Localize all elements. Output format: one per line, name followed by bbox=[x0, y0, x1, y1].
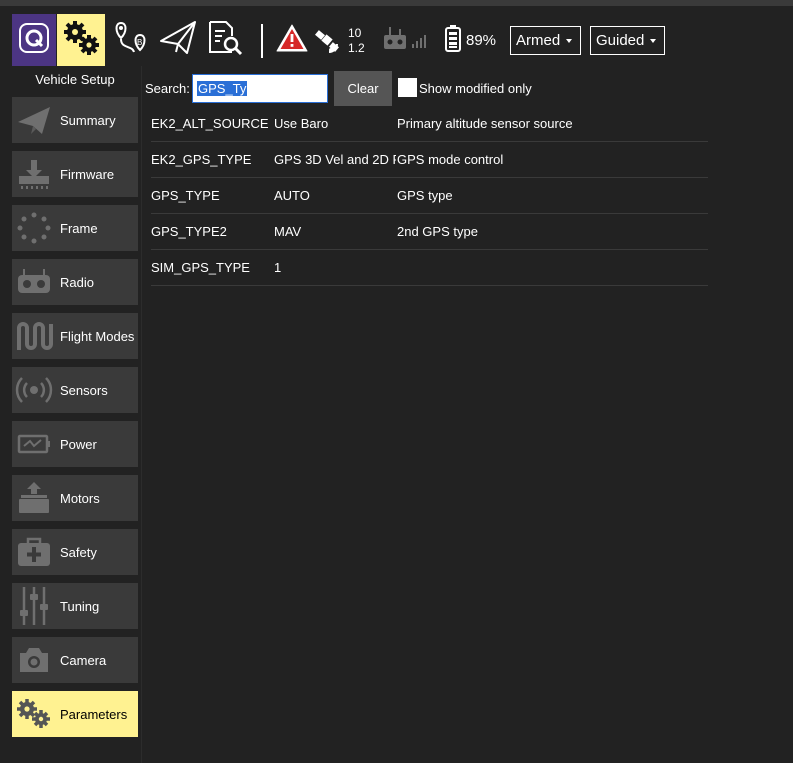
satellite-icon bbox=[314, 28, 344, 61]
sidebar-item-label: Parameters bbox=[60, 706, 128, 722]
battery-icon bbox=[444, 24, 462, 57]
sidebar-item-parameters[interactable]: Parameters bbox=[12, 691, 138, 737]
sidebar-item-label: Firmware bbox=[60, 166, 115, 182]
download-firmware-icon bbox=[12, 151, 56, 197]
plan-route-icon: B bbox=[112, 19, 150, 62]
rc-rssi-button[interactable] bbox=[378, 14, 434, 66]
tuning-sliders-icon bbox=[12, 583, 56, 629]
parameters-panel: Search: GPS_Ty Clear Show modified only … bbox=[143, 66, 793, 763]
frame-dots-icon bbox=[12, 205, 56, 251]
power-icon bbox=[12, 421, 56, 467]
toolbar-separator bbox=[261, 24, 263, 58]
param-name: GPS_TYPE2 bbox=[151, 224, 227, 239]
sidebar-item-label: Summary bbox=[60, 112, 116, 128]
paper-plane-icon bbox=[159, 19, 197, 62]
param-name: EK2_ALT_SOURCE bbox=[151, 116, 269, 131]
plan-view-button[interactable]: B bbox=[108, 14, 154, 66]
param-name: GPS_TYPE bbox=[151, 188, 220, 203]
flight-modes-icon bbox=[12, 313, 56, 359]
param-name: SIM_GPS_TYPE bbox=[151, 260, 250, 275]
svg-text:B: B bbox=[137, 38, 142, 47]
sidebar-item-label: Camera bbox=[60, 652, 107, 668]
sidebar-item-label: Flight Modes bbox=[60, 328, 135, 344]
param-value: MAV bbox=[274, 224, 302, 239]
gps-satellite-count: 10 bbox=[348, 26, 362, 40]
safety-kit-icon bbox=[12, 529, 56, 575]
sidebar-item-tuning[interactable]: Tuning bbox=[12, 583, 138, 629]
param-value: Use Baro bbox=[274, 116, 329, 131]
search-label: Search: bbox=[145, 81, 190, 96]
paper-plane-icon bbox=[12, 97, 56, 143]
sidebar-item-summary[interactable]: Summary bbox=[12, 97, 138, 143]
search-input-value: GPS_Ty bbox=[197, 81, 248, 96]
gps-readout: 10 1.2 bbox=[348, 26, 365, 56]
sidebar-item-label: Frame bbox=[60, 220, 98, 236]
flight-mode-label: Guided bbox=[596, 32, 645, 49]
app-logo-button[interactable] bbox=[12, 14, 56, 66]
param-value: 1 bbox=[274, 260, 282, 275]
clear-button[interactable]: Clear bbox=[334, 71, 392, 106]
main-toolbar: B 10 1.2 89% Armed Guided bbox=[0, 0, 793, 66]
gears-icon bbox=[62, 19, 100, 62]
sidebar-item-camera[interactable]: Camera bbox=[12, 637, 138, 683]
armed-dropdown[interactable]: Armed bbox=[510, 26, 581, 55]
param-name: EK2_GPS_TYPE bbox=[151, 152, 252, 167]
motors-icon bbox=[12, 475, 56, 521]
qgc-logo-icon bbox=[19, 22, 49, 58]
radio-icon bbox=[12, 259, 56, 305]
search-input[interactable]: GPS_Ty bbox=[192, 74, 328, 103]
table-row[interactable]: SIM_GPS_TYPE 1 bbox=[151, 250, 708, 286]
armed-label: Armed bbox=[516, 32, 561, 49]
param-description: Primary altitude sensor source bbox=[397, 116, 573, 131]
param-description: GPS mode control bbox=[397, 152, 504, 167]
battery-percent: 89% bbox=[466, 31, 497, 49]
battery-status-button[interactable]: 89% bbox=[444, 14, 506, 66]
sidebar-title: Vehicle Setup bbox=[35, 72, 115, 87]
camera-icon bbox=[12, 637, 56, 683]
param-value: GPS 3D Vel and 2D Pos bbox=[274, 152, 396, 167]
sidebar-item-radio[interactable]: Radio bbox=[12, 259, 138, 305]
chevron-down-icon bbox=[566, 38, 573, 43]
param-description: 2nd GPS type bbox=[397, 224, 478, 239]
sensors-icon bbox=[12, 367, 56, 413]
sidebar-item-label: Radio bbox=[60, 274, 94, 290]
fly-view-button[interactable] bbox=[157, 14, 199, 66]
sidebar-item-label: Sensors bbox=[60, 382, 108, 398]
analyze-document-icon bbox=[206, 19, 244, 62]
vehicle-setup-sidebar: Vehicle Setup Summary Firmware Frame Rad… bbox=[0, 66, 142, 763]
param-description: GPS type bbox=[397, 188, 453, 203]
sidebar-item-power[interactable]: Power bbox=[12, 421, 138, 467]
chevron-down-icon bbox=[650, 38, 657, 43]
messages-warning-button[interactable] bbox=[274, 14, 310, 66]
show-modified-checkbox[interactable] bbox=[398, 78, 417, 97]
gps-hdop: 1.2 bbox=[348, 41, 365, 55]
show-modified-label: Show modified only bbox=[419, 81, 532, 96]
table-row[interactable]: EK2_GPS_TYPE GPS 3D Vel and 2D Pos GPS m… bbox=[151, 142, 708, 178]
table-row[interactable]: GPS_TYPE AUTO GPS type bbox=[151, 178, 708, 214]
sidebar-item-sensors[interactable]: Sensors bbox=[12, 367, 138, 413]
warning-icon bbox=[276, 23, 308, 58]
gps-status-button[interactable]: 10 1.2 bbox=[314, 14, 374, 66]
sidebar-item-label: Tuning bbox=[60, 598, 100, 614]
sidebar-item-motors[interactable]: Motors bbox=[12, 475, 138, 521]
sidebar-item-safety[interactable]: Safety bbox=[12, 529, 138, 575]
table-row[interactable]: GPS_TYPE2 MAV 2nd GPS type bbox=[151, 214, 708, 250]
table-row[interactable]: EK2_ALT_SOURCE Use Baro Primary altitude… bbox=[151, 106, 708, 142]
analyze-view-button[interactable] bbox=[204, 14, 246, 66]
rc-transmitter-icon bbox=[380, 25, 432, 56]
sidebar-item-label: Safety bbox=[60, 544, 97, 560]
sidebar-item-frame[interactable]: Frame bbox=[12, 205, 138, 251]
sidebar-item-flight-modes[interactable]: Flight Modes bbox=[12, 313, 138, 359]
param-value: AUTO bbox=[274, 188, 310, 203]
sidebar-item-label: Motors bbox=[60, 490, 100, 506]
vehicle-setup-button[interactable] bbox=[57, 14, 105, 66]
sidebar-item-firmware[interactable]: Firmware bbox=[12, 151, 138, 197]
flight-mode-dropdown[interactable]: Guided bbox=[590, 26, 665, 55]
parameters-gears-icon bbox=[12, 691, 56, 737]
sidebar-item-label: Power bbox=[60, 436, 97, 452]
